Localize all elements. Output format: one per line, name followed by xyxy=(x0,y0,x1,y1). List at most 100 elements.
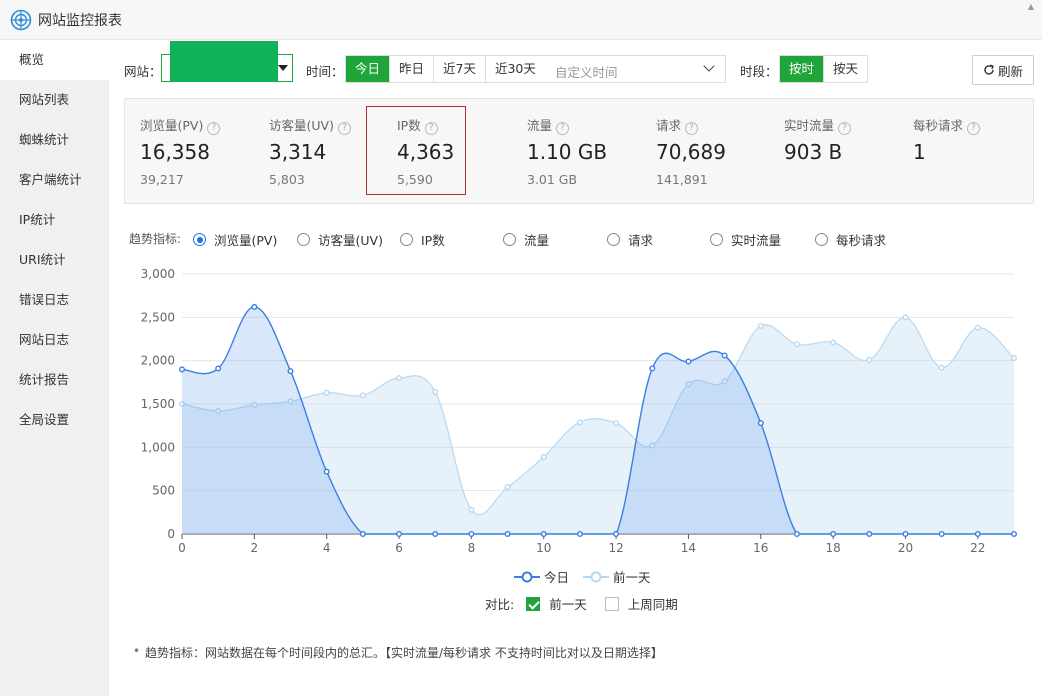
refresh-label: 刷新 xyxy=(997,63,1023,79)
compare-last-week-checkbox[interactable] xyxy=(604,596,619,611)
site-name-redaction xyxy=(170,41,278,82)
y-tick-label: 1,000 xyxy=(141,440,175,454)
data-point xyxy=(1011,531,1018,538)
radio-dot xyxy=(503,233,516,246)
stat-prev-value: 5,590 xyxy=(397,172,433,187)
help-icon[interactable]: ? xyxy=(838,122,852,135)
sidebar-item-report[interactable]: 统计报告 xyxy=(0,360,109,400)
period-hourly-button[interactable]: 按时 xyxy=(780,56,825,82)
refresh-button[interactable]: 刷新 xyxy=(972,55,1034,85)
trend-radio-qps[interactable]: 每秒请求 xyxy=(815,230,886,249)
stat-prev-value: 5,803 xyxy=(269,172,305,187)
period-group: 按时 按天 xyxy=(779,55,869,83)
y-tick-label: 2,000 xyxy=(141,354,175,368)
help-icon[interactable]: ? xyxy=(967,122,981,135)
help-icon[interactable]: ? xyxy=(207,122,221,135)
sidebar-item-spider-stats[interactable]: 蜘蛛统计 xyxy=(0,120,109,160)
data-point xyxy=(504,484,511,491)
sidebar-item-error-log[interactable]: 错误日志 xyxy=(0,280,109,320)
stat-value: 903 B xyxy=(784,140,843,164)
stat-value: 1 xyxy=(913,140,926,164)
sidebar-item-overview[interactable]: 概览 xyxy=(0,40,109,80)
stat-label: 实时流量 xyxy=(784,118,835,133)
help-icon[interactable]: ? xyxy=(424,122,438,135)
x-tick-label: 0 xyxy=(178,541,186,555)
data-point xyxy=(793,341,800,348)
sidebar-item-site-log[interactable]: 网站日志 xyxy=(0,320,109,360)
title-bar: 网站监控报表 ▲ xyxy=(0,0,1042,40)
help-icon[interactable]: ? xyxy=(685,122,699,135)
trend-option-label: 流量 xyxy=(524,233,550,248)
sidebar-item-site-list[interactable]: 网站列表 xyxy=(0,80,109,120)
compare-option-label: 前一天 xyxy=(549,597,587,612)
trend-option-label: 每秒请求 xyxy=(836,233,887,248)
trend-radio-ip[interactable]: IP数 xyxy=(400,230,445,249)
data-point xyxy=(576,419,583,426)
time-yesterday-button[interactable]: 昨日 xyxy=(390,56,435,82)
trend-radio-pv[interactable]: 浏览量(PV) xyxy=(193,230,277,249)
stat-realtime-traffic: 实时流量? 903 B xyxy=(784,99,904,203)
data-point xyxy=(613,420,620,427)
x-tick-label: 22 xyxy=(970,541,985,555)
time-30days-button[interactable]: 近30天 xyxy=(485,56,545,82)
legend-label: 前一天 xyxy=(613,570,651,585)
x-tick-label: 10 xyxy=(536,541,551,555)
data-point xyxy=(685,358,692,365)
sidebar-item-client-stats[interactable]: 客户端统计 xyxy=(0,160,109,200)
stat-ip: IP数? 4,363 5,590 xyxy=(397,99,517,203)
data-point xyxy=(323,468,330,475)
stat-label: 访客量(UV) xyxy=(269,118,334,133)
trend-radio-requests[interactable]: 请求 xyxy=(607,230,653,249)
sidebar-item-ip-stats[interactable]: IP统计 xyxy=(0,200,109,240)
stats-panel: 浏览量(PV)? 16,358 39,217 访客量(UV)? 3,314 5,… xyxy=(124,98,1034,204)
data-point xyxy=(287,368,294,375)
radio-dot xyxy=(710,233,723,246)
stat-prev-value: 3.01 GB xyxy=(527,172,578,187)
trend-label: 趋势指标: xyxy=(129,232,182,246)
chevron-down-icon xyxy=(703,60,715,72)
data-point xyxy=(938,531,945,538)
data-point xyxy=(432,388,439,395)
sidebar-item-uri-stats[interactable]: URI统计 xyxy=(0,240,109,280)
trend-option-label: IP数 xyxy=(421,233,445,248)
data-point xyxy=(396,374,403,381)
legend-item-prev-day[interactable]: 前一天 xyxy=(583,567,651,586)
stat-label: IP数 xyxy=(397,118,421,133)
footnote: 趋势指标：网站数据在每个时间段内的总汇。【实时流量/每秒请求 不支持时间比对以及… xyxy=(133,644,663,661)
help-icon[interactable]: ? xyxy=(556,122,570,135)
legend-label: 今日 xyxy=(544,570,570,585)
x-tick-label: 6 xyxy=(395,541,403,555)
data-point xyxy=(1011,355,1018,362)
trend-option-label: 访客量(UV) xyxy=(318,233,383,248)
time-today-button[interactable]: 今日 xyxy=(346,56,391,82)
trend-radio-traffic[interactable]: 流量 xyxy=(503,230,549,249)
site-select[interactable] xyxy=(161,41,293,82)
legend-item-today[interactable]: 今日 xyxy=(514,567,569,586)
trend-radio-uv[interactable]: 访客量(UV) xyxy=(297,230,383,249)
compare-options: 对比: 前一天 上周同期 xyxy=(485,594,678,613)
compare-prev-day-checkbox[interactable] xyxy=(526,596,541,611)
help-icon[interactable]: ? xyxy=(337,122,351,135)
data-point xyxy=(974,324,981,331)
scroll-up-arrow-icon[interactable]: ▲ xyxy=(1028,2,1034,11)
data-point xyxy=(793,531,800,538)
data-point xyxy=(432,531,439,538)
data-point xyxy=(468,506,475,513)
radio-dot xyxy=(815,233,828,246)
time-label: 时间： xyxy=(306,64,344,79)
x-tick-label: 16 xyxy=(753,541,768,555)
stat-requests: 请求? 70,689 141,891 xyxy=(656,99,776,203)
stat-value: 1.10 GB xyxy=(527,140,608,164)
custom-time-input[interactable]: 自定义时间 xyxy=(545,55,726,83)
stat-uv: 访客量(UV)? 3,314 5,803 xyxy=(269,99,389,203)
trend-radio-realtime[interactable]: 实时流量 xyxy=(710,230,781,249)
compare-label: 对比: xyxy=(485,597,515,612)
sidebar-item-global-settings[interactable]: 全局设置 xyxy=(0,400,109,440)
period-daily-button[interactable]: 按天 xyxy=(824,56,868,82)
y-tick-label: 2,500 xyxy=(141,310,175,324)
time-7days-button[interactable]: 近7天 xyxy=(434,56,486,82)
radar-target-icon xyxy=(10,9,32,30)
stat-label: 每秒请求 xyxy=(913,118,964,133)
y-tick-label: 0 xyxy=(167,527,175,541)
app-title: 网站监控报表 xyxy=(38,12,122,29)
